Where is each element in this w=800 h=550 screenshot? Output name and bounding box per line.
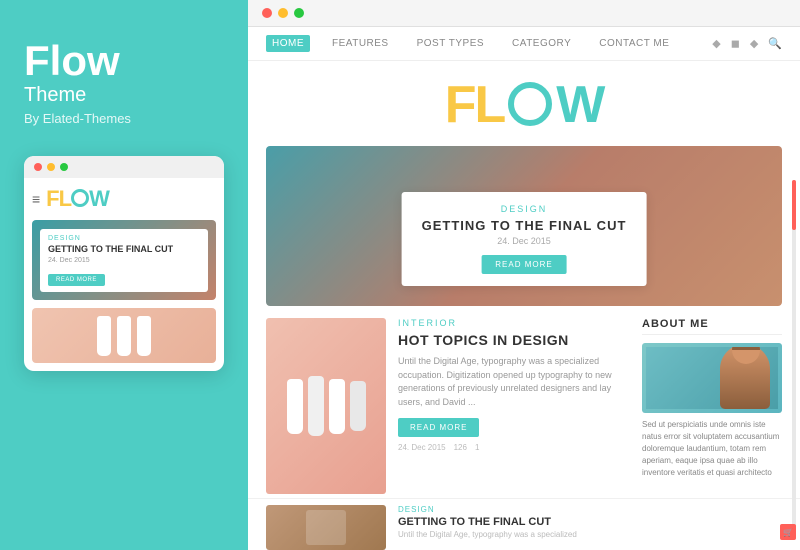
nav-item-home[interactable]: HOME xyxy=(266,35,310,52)
article-read-more-button[interactable]: READ MORE xyxy=(398,418,479,437)
browser-dot-green xyxy=(294,8,304,18)
browser-body: HOME FEATURES POST TYPES CATEGORY CONTAC… xyxy=(248,27,800,550)
hero-title: GETTING TO THE FINAL CUT xyxy=(422,218,627,233)
nav-items: HOME FEATURES POST TYPES CATEGORY CONTAC… xyxy=(266,35,712,52)
nav-item-post-types[interactable]: POST TYPES xyxy=(411,35,490,52)
site-nav: HOME FEATURES POST TYPES CATEGORY CONTAC… xyxy=(248,27,800,61)
bottom-article-title: GETTING TO THE FINAL CUT xyxy=(398,516,577,528)
article-card: INTERIOR HOT TOPICS IN DESIGN Until the … xyxy=(266,318,630,494)
brand-subtitle: Theme xyxy=(24,84,86,107)
bottom-article: DESIGN GETTING TO THE FINAL CUT Until th… xyxy=(248,498,800,550)
nav-item-category[interactable]: CATEGORY xyxy=(506,35,577,52)
social-icon-2[interactable]: ◼ xyxy=(731,37,740,50)
hamburger-icon: ≡ xyxy=(32,191,40,207)
site-logo: FLW xyxy=(248,79,800,134)
article-image xyxy=(266,318,386,494)
mini-hero-date: 24. Dec 2015 xyxy=(48,257,200,264)
bottom-article-image xyxy=(266,505,386,550)
mini-second-image xyxy=(32,308,216,363)
mini-logo: FL W xyxy=(46,186,109,212)
mini-read-more-button[interactable]: READ MORE xyxy=(48,274,105,286)
mini-logo-fl: FL xyxy=(46,186,71,211)
browser-dot-red xyxy=(262,8,272,18)
nav-icons: ◆ ◼ ◆ 🔍 xyxy=(712,37,782,50)
sidebar-title: ABOUT ME xyxy=(642,318,782,335)
brand-name: Flow xyxy=(24,40,120,82)
left-panel: Flow Theme By Elated-Themes ≡ FL W DESIGN… xyxy=(0,0,248,550)
brand-author: By Elated-Themes xyxy=(24,111,131,126)
mini-dot-green xyxy=(60,163,68,171)
article-text: INTERIOR HOT TOPICS IN DESIGN Until the … xyxy=(398,318,630,494)
mini-nav: ≡ FL W xyxy=(32,186,216,212)
mini-browser-preview: ≡ FL W DESIGN GETTING TO THE FINAL CUT 24… xyxy=(24,156,224,371)
search-icon[interactable]: 🔍 xyxy=(768,37,782,50)
mini-dot-red xyxy=(34,163,42,171)
bottle-img-3 xyxy=(329,379,345,434)
browser-dot-yellow xyxy=(278,8,288,18)
mini-browser-bar xyxy=(24,156,224,178)
logo-l: L xyxy=(474,76,504,134)
hero-tag: DESIGN xyxy=(422,204,627,214)
nav-item-features[interactable]: FEATURES xyxy=(326,35,395,52)
mini-hero-card: DESIGN GETTING TO THE FINAL CUT 24. Dec … xyxy=(40,229,208,292)
mini-hero-tag: DESIGN xyxy=(48,235,200,242)
article-views: 126 xyxy=(454,443,467,452)
mini-browser-content: ≡ FL W DESIGN GETTING TO THE FINAL CUT 24… xyxy=(24,178,224,371)
bottle-2 xyxy=(117,316,131,356)
bottle-1 xyxy=(97,316,111,356)
site-logo-area: FLW xyxy=(248,61,800,146)
cart-icon[interactable]: 🛒 xyxy=(780,524,796,540)
bottom-article-text: DESIGN GETTING TO THE FINAL CUT Until th… xyxy=(398,505,577,550)
logo-o xyxy=(504,78,556,130)
mini-hero-title: GETTING TO THE FINAL CUT xyxy=(48,244,200,255)
bottle-img-4 xyxy=(350,381,366,431)
article-body: Until the Digital Age, typography was a … xyxy=(398,355,630,409)
logo-f: F xyxy=(445,76,475,134)
social-icon-1[interactable]: ◆ xyxy=(712,37,720,50)
bottle-img-2 xyxy=(308,376,324,436)
bottle-img-1 xyxy=(287,379,303,434)
sidebar-description: Sed ut perspiciatis unde omnis iste natu… xyxy=(642,419,782,479)
bottom-article-tag: DESIGN xyxy=(398,505,577,514)
sidebar: ABOUT ME Sed ut perspiciatis unde omnis … xyxy=(642,318,782,494)
article-tag: INTERIOR xyxy=(398,318,630,328)
article-meta: 24. Dec 2015 126 1 xyxy=(398,443,630,452)
social-icon-3[interactable]: ◆ xyxy=(750,37,758,50)
article-date: 24. Dec 2015 xyxy=(398,443,446,452)
bottle-3 xyxy=(137,316,151,356)
hero-section: DESIGN GETTING TO THE FINAL CUT 24. Dec … xyxy=(266,146,782,306)
browser-chrome xyxy=(248,0,800,27)
scrollbar-track: 🛒 xyxy=(792,180,796,540)
bottom-article-body: Until the Digital Age, typography was a … xyxy=(398,530,577,539)
article-comments: 1 xyxy=(475,443,479,452)
hero-read-more-button[interactable]: READ MORE xyxy=(481,255,566,274)
nav-item-contact[interactable]: CONTACT ME xyxy=(593,35,675,52)
hero-date: 24. Dec 2015 xyxy=(422,236,627,246)
mini-hero-section: DESIGN GETTING TO THE FINAL CUT 24. Dec … xyxy=(32,220,216,300)
mini-logo-o xyxy=(71,189,89,207)
sidebar-avatar xyxy=(642,343,782,413)
mini-dot-yellow xyxy=(47,163,55,171)
hero-card: DESIGN GETTING TO THE FINAL CUT 24. Dec … xyxy=(402,192,647,286)
scrollbar-thumb[interactable] xyxy=(792,180,796,230)
article-title: HOT TOPICS IN DESIGN xyxy=(398,332,630,349)
mini-logo-w: W xyxy=(89,186,109,211)
logo-w: W xyxy=(556,76,603,134)
right-panel: HOME FEATURES POST TYPES CATEGORY CONTAC… xyxy=(248,0,800,550)
content-grid: INTERIOR HOT TOPICS IN DESIGN Until the … xyxy=(248,318,800,494)
